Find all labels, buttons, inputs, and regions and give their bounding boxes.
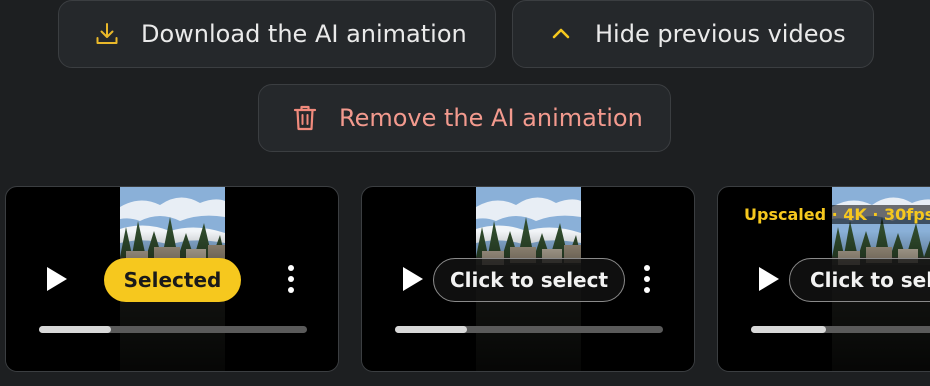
more-vertical-icon[interactable] [639,264,655,294]
upscaled-badge: Upscaled · 4K · 30fps [742,205,930,224]
more-vertical-icon[interactable] [283,264,299,294]
video-card[interactable]: Click to select [361,186,695,372]
play-icon[interactable] [756,265,782,293]
select-video-button[interactable]: Click to select [433,258,625,302]
download-animation-button[interactable]: Download the AI animation [58,0,496,68]
hide-previous-videos-button[interactable]: Hide previous videos [512,0,874,68]
video-progress-bar[interactable] [751,326,930,333]
video-progress-fill [395,326,468,333]
select-video-button[interactable]: Click to select [789,258,930,302]
selected-badge[interactable]: Selected [104,258,241,302]
video-progress-bar[interactable] [39,326,307,333]
trash-icon [291,104,319,132]
video-card[interactable]: Selected [5,186,339,372]
chevron-up-icon [547,20,575,48]
download-animation-label: Download the AI animation [141,20,467,48]
video-progress-fill [751,326,827,333]
play-icon[interactable] [44,265,70,293]
video-card[interactable]: Upscaled · 4K · 30fps Click to select [717,186,930,372]
remove-animation-button[interactable]: Remove the AI animation [258,84,671,152]
remove-animation-label: Remove the AI animation [339,104,643,132]
hide-previous-videos-label: Hide previous videos [595,20,846,48]
video-panel: Download the AI animation Hide previous … [0,0,930,386]
video-progress-fill [39,326,112,333]
download-icon [93,20,121,48]
video-progress-bar[interactable] [395,326,663,333]
play-icon[interactable] [400,265,426,293]
